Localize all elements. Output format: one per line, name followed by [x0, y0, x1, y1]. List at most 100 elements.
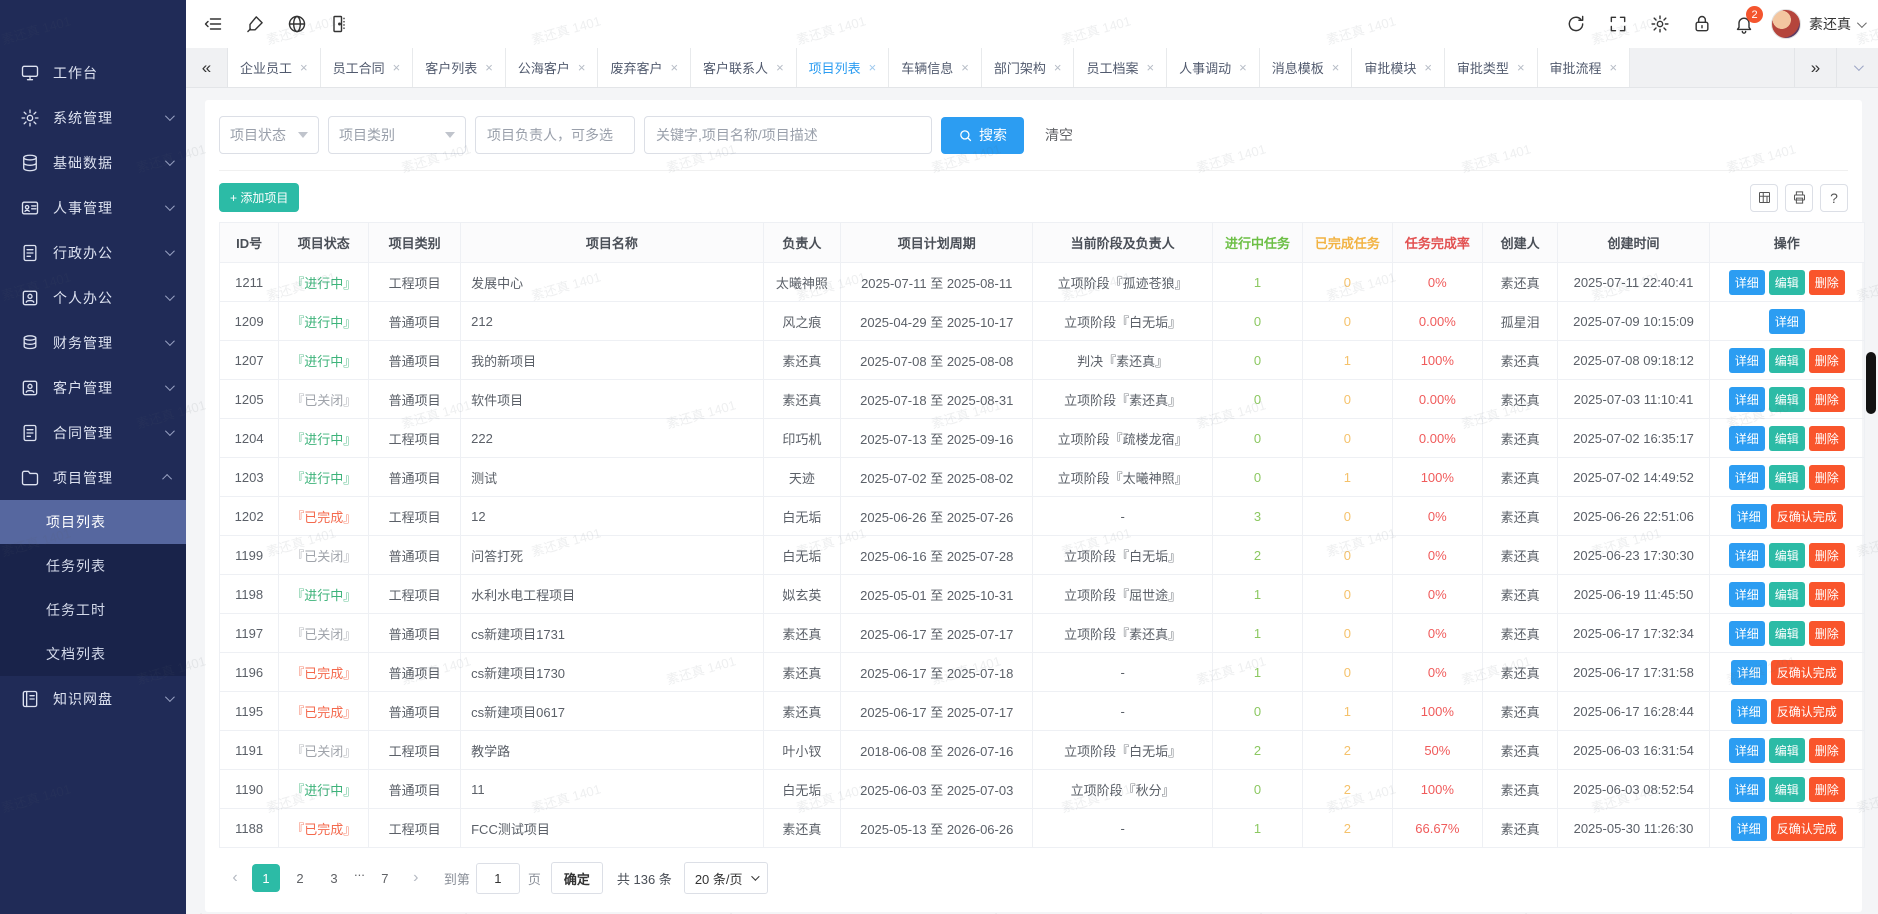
sidebar-item-personal-office[interactable]: 个人办公	[0, 275, 186, 320]
detail-button[interactable]: 详细	[1731, 660, 1767, 685]
language-globe-button[interactable]	[276, 0, 318, 48]
project-owner-input[interactable]	[475, 116, 635, 154]
tab-item[interactable]: 车辆信息 ×	[889, 48, 982, 87]
delete-button[interactable]: 删除	[1809, 621, 1845, 646]
project-category-select[interactable]: 项目类别	[328, 116, 466, 154]
unconfirm-button[interactable]: 反确认完成	[1771, 504, 1843, 529]
detail-button[interactable]: 详细	[1729, 426, 1765, 451]
page-button[interactable]: 2	[286, 864, 314, 892]
tab-close-icon[interactable]: ×	[961, 60, 969, 75]
project-status-select[interactable]: 项目状态	[219, 116, 319, 154]
edit-button[interactable]: 编辑	[1769, 387, 1805, 412]
tab-item[interactable]: 客户列表 ×	[413, 48, 506, 87]
tab-item[interactable]: 消息模板 ×	[1260, 48, 1353, 87]
confirm-button[interactable]: 确定	[551, 862, 603, 894]
help-button[interactable]: ?	[1820, 184, 1848, 212]
sidebar-subitem-doc-list[interactable]: 文档列表	[0, 632, 186, 676]
clear-button[interactable]: 清空	[1045, 125, 1073, 145]
tab-close-icon[interactable]: ×	[1517, 60, 1525, 75]
sidebar-item-knowledge[interactable]: 知识网盘	[0, 676, 186, 721]
notifications-bell-button[interactable]: 2	[1723, 0, 1765, 48]
keyword-input[interactable]	[644, 116, 932, 154]
print-button[interactable]	[1785, 184, 1813, 212]
settings-gear-button[interactable]	[1639, 0, 1681, 48]
detail-button[interactable]: 详细	[1729, 777, 1765, 802]
detail-button[interactable]: 详细	[1729, 465, 1765, 490]
tab-close-icon[interactable]: ×	[1147, 60, 1155, 75]
sidebar-subitem-task-hours[interactable]: 任务工时	[0, 588, 186, 632]
unconfirm-button[interactable]: 反确认完成	[1771, 699, 1843, 724]
detail-button[interactable]: 详细	[1731, 504, 1767, 529]
page-size-select[interactable]: 20 条/页	[684, 862, 768, 894]
user-menu[interactable]: 素还真	[1809, 14, 1864, 34]
delete-button[interactable]: 删除	[1809, 426, 1845, 451]
sidebar-item-workbench[interactable]: 工作台	[0, 50, 186, 95]
lock-screen-button[interactable]	[1681, 0, 1723, 48]
tab-item[interactable]: 项目列表 ×	[797, 48, 890, 87]
detail-button[interactable]: 详细	[1731, 816, 1767, 841]
sidebar-item-basic-data[interactable]: 基础数据	[0, 140, 186, 185]
tab-item[interactable]: 员工档案 ×	[1074, 48, 1167, 87]
tab-close-icon[interactable]: ×	[1610, 60, 1618, 75]
detail-button[interactable]: 详细	[1729, 621, 1765, 646]
tabs-scroll-right-button[interactable]: »	[1794, 48, 1836, 87]
edit-button[interactable]: 编辑	[1769, 777, 1805, 802]
tabs-scroll-left-button[interactable]: «	[186, 48, 228, 87]
unconfirm-button[interactable]: 反确认完成	[1771, 660, 1843, 685]
detail-button[interactable]: 详细	[1729, 348, 1765, 373]
tab-item[interactable]: 部门架构 ×	[982, 48, 1075, 87]
delete-button[interactable]: 删除	[1809, 348, 1845, 373]
sidebar-item-admin-office[interactable]: 行政办公	[0, 230, 186, 275]
tab-item[interactable]: 员工合同 ×	[321, 48, 414, 87]
page-button[interactable]: 1	[252, 864, 280, 892]
user-avatar[interactable]	[1771, 9, 1801, 39]
detail-button[interactable]: 详细	[1729, 582, 1765, 607]
detail-button[interactable]: 详细	[1729, 738, 1765, 763]
tab-close-icon[interactable]: ×	[1424, 60, 1432, 75]
delete-button[interactable]: 删除	[1809, 387, 1845, 412]
page-button[interactable]: 3	[320, 864, 348, 892]
tab-close-icon[interactable]: ×	[1332, 60, 1340, 75]
sidebar-item-hr[interactable]: 人事管理	[0, 185, 186, 230]
tab-close-icon[interactable]: ×	[670, 60, 678, 75]
edit-button[interactable]: 编辑	[1769, 270, 1805, 295]
pagination-prev-button[interactable]: ‹	[221, 864, 249, 892]
delete-button[interactable]: 删除	[1809, 270, 1845, 295]
edit-button[interactable]: 编辑	[1769, 465, 1805, 490]
delete-button[interactable]: 删除	[1809, 465, 1845, 490]
tab-item[interactable]: 客户联系人 ×	[691, 48, 797, 87]
detail-button[interactable]: 详细	[1769, 309, 1805, 334]
detail-button[interactable]: 详细	[1729, 543, 1765, 568]
detail-button[interactable]: 详细	[1729, 387, 1765, 412]
tab-close-icon[interactable]: ×	[1239, 60, 1247, 75]
sidebar-item-system[interactable]: 系统管理	[0, 95, 186, 140]
edit-button[interactable]: 编辑	[1769, 582, 1805, 607]
column-settings-button[interactable]	[1750, 184, 1778, 212]
sidebar-subitem-project-list[interactable]: 项目列表	[0, 500, 186, 544]
tab-item[interactable]: 人事调动 ×	[1167, 48, 1260, 87]
tab-item[interactable]: 审批模块 ×	[1352, 48, 1445, 87]
edit-button[interactable]: 编辑	[1769, 426, 1805, 451]
tab-close-icon[interactable]: ×	[393, 60, 401, 75]
search-button[interactable]: 搜索	[941, 117, 1024, 154]
tab-item[interactable]: 企业员工 ×	[228, 48, 321, 87]
tab-close-icon[interactable]: ×	[869, 60, 877, 75]
delete-button[interactable]: 删除	[1809, 543, 1845, 568]
sidebar-item-finance[interactable]: 财务管理	[0, 320, 186, 365]
sidebar-item-contract[interactable]: 合同管理	[0, 410, 186, 455]
sidebar-item-customer[interactable]: 客户管理	[0, 365, 186, 410]
pagination-next-button[interactable]: ›	[402, 864, 430, 892]
page-button[interactable]: 7	[371, 864, 399, 892]
tab-close-icon[interactable]: ×	[776, 60, 784, 75]
edit-button[interactable]: 编辑	[1769, 621, 1805, 646]
unconfirm-button[interactable]: 反确认完成	[1771, 816, 1843, 841]
edit-button[interactable]: 编辑	[1769, 543, 1805, 568]
tab-item[interactable]: 审批流程 ×	[1538, 48, 1631, 87]
add-project-button[interactable]: + 添加项目	[219, 183, 299, 212]
sidebar-subitem-task-list[interactable]: 任务列表	[0, 544, 186, 588]
collapse-sidebar-button[interactable]	[192, 0, 234, 48]
edit-button[interactable]: 编辑	[1769, 348, 1805, 373]
layout-door-button[interactable]	[318, 0, 360, 48]
edit-button[interactable]: 编辑	[1769, 738, 1805, 763]
tab-close-icon[interactable]: ×	[578, 60, 586, 75]
